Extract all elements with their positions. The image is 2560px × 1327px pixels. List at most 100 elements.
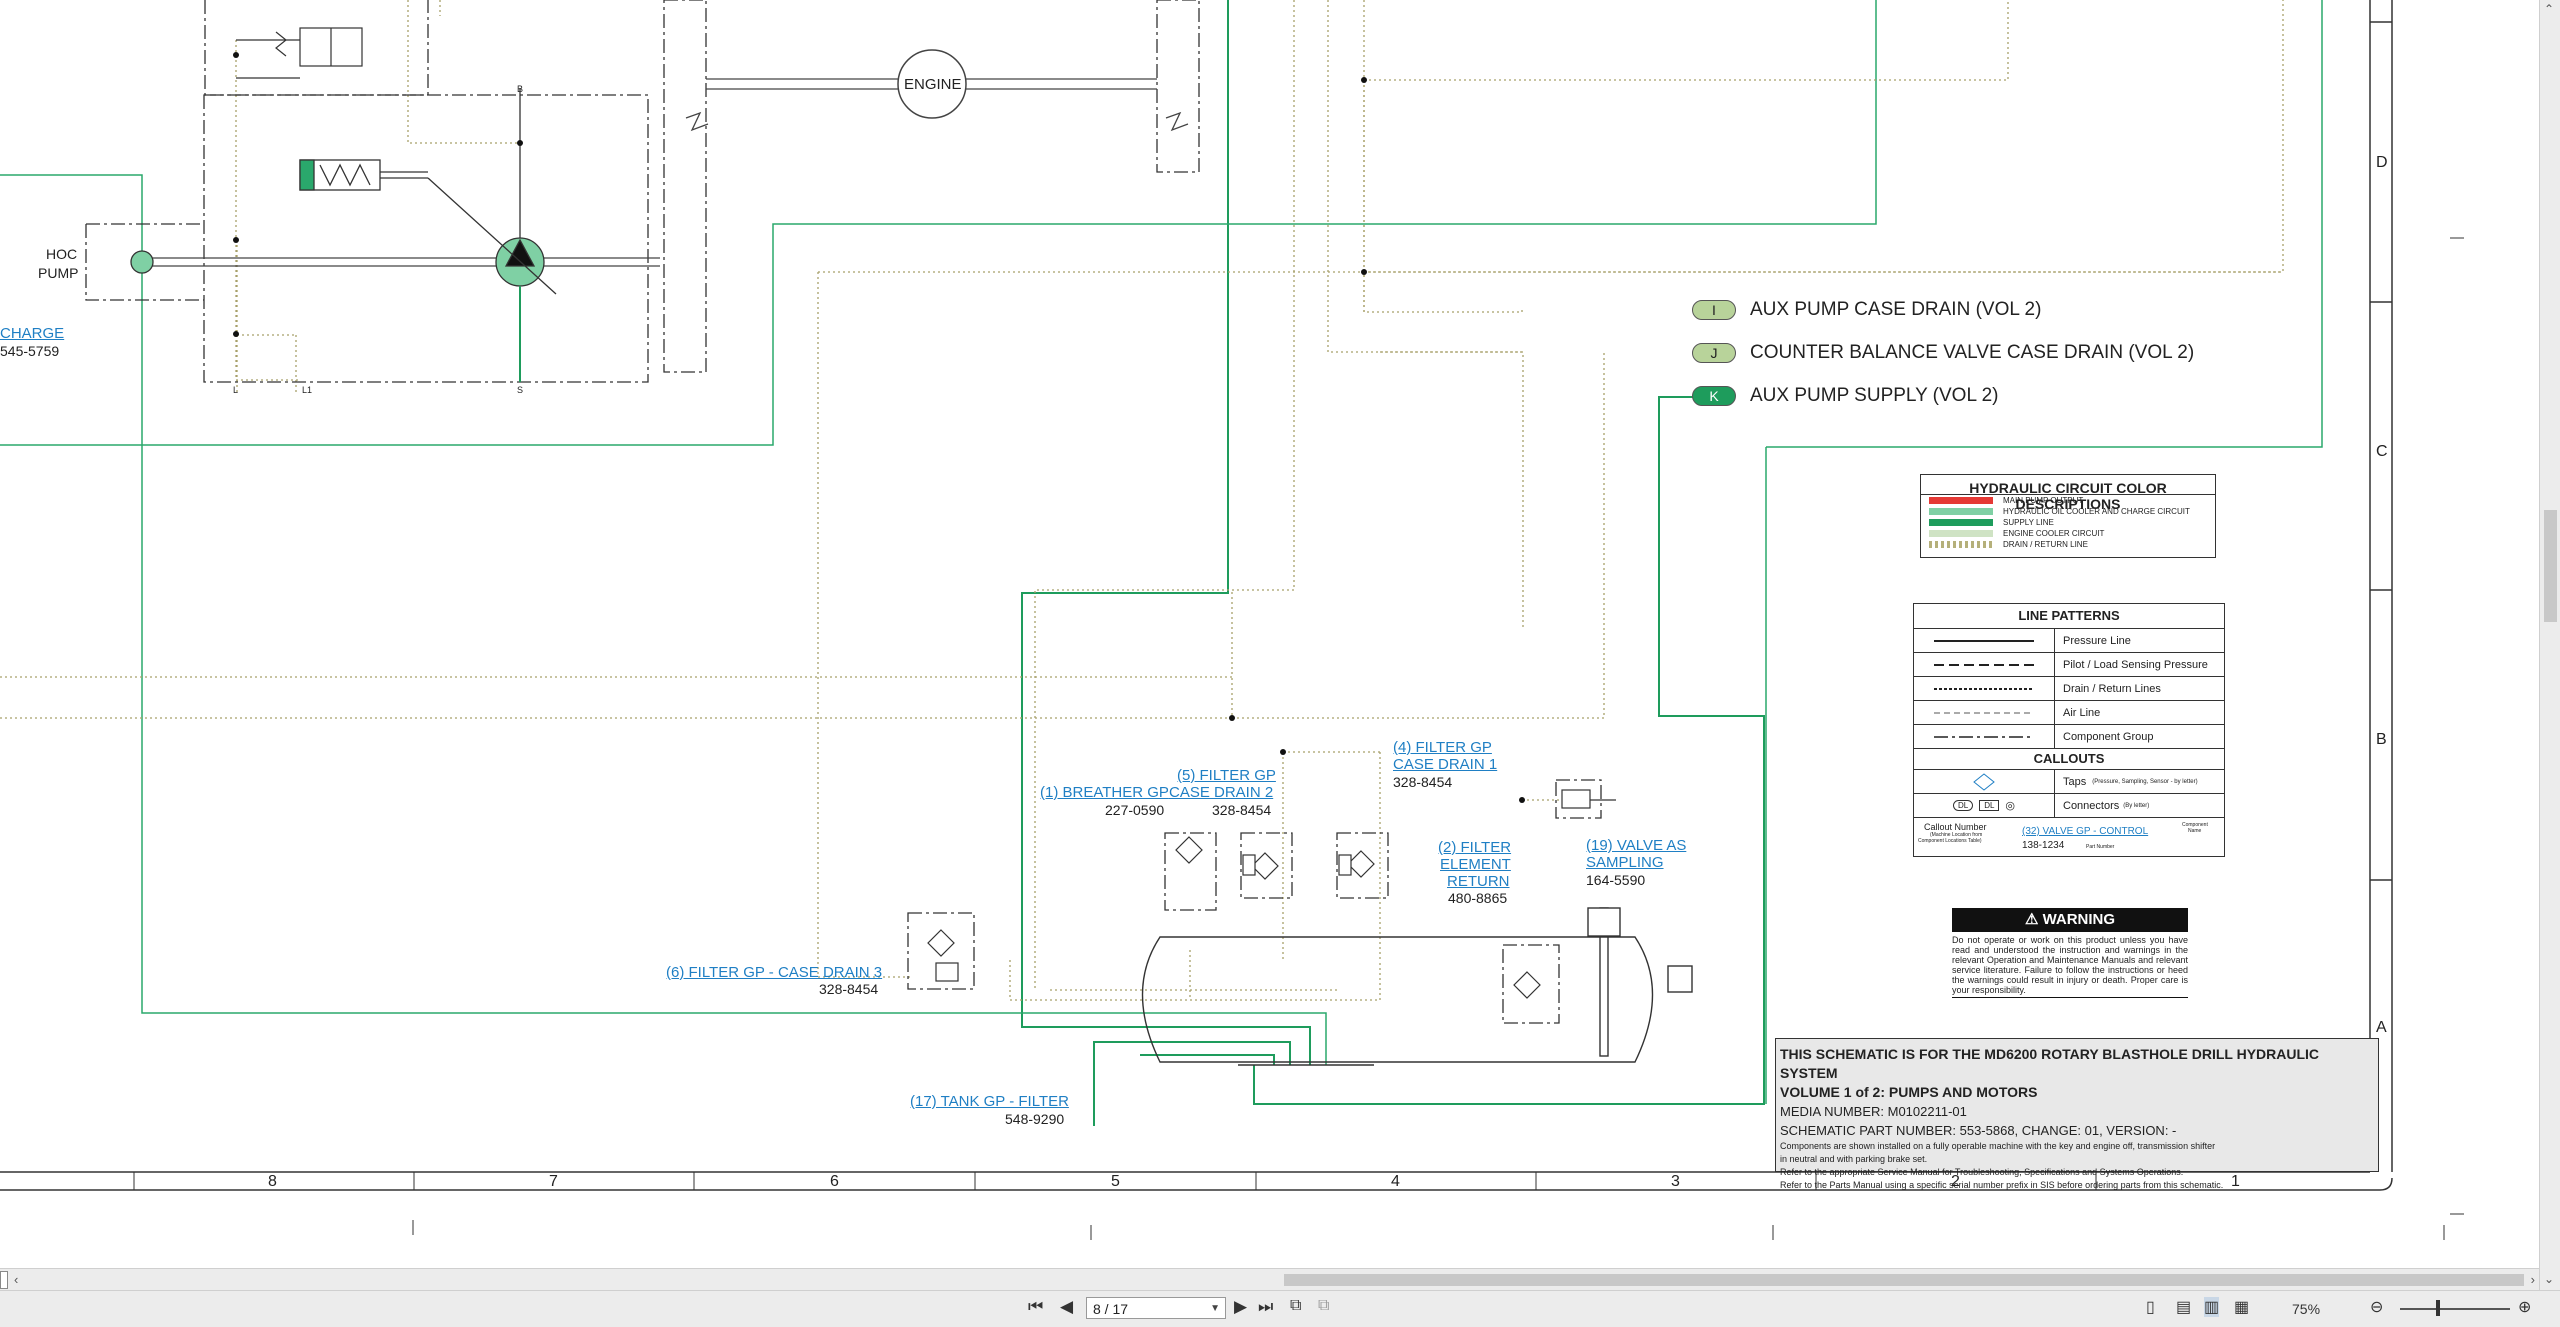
page-toolbar: ⏮ ◀ 8 / 17 ▼ ▶ ⏭ ⧉ ⧉ ▯ ▤ ▥ ▦ 75% ⊖ ⊕ (0, 1290, 2560, 1327)
port-b-label: B (517, 84, 524, 94)
vertical-scroll-thumb[interactable] (2544, 510, 2557, 622)
zone-letter-d: D (2376, 154, 2388, 171)
charge-callout-part: 545-5759 (0, 343, 60, 359)
zoom-out-icon[interactable]: ⊖ (2370, 1297, 2383, 1317)
valve19-callout-link[interactable]: (19) VALVE AS (1586, 838, 1686, 853)
valve-spool (236, 27, 363, 79)
connector-dl-square-icon: DL (1979, 800, 2000, 811)
line-pattern-label: Air Line (2063, 706, 2101, 719)
valve19-callout-part: 164-5590 (1586, 872, 1646, 888)
title-note-2: in neutral and with parking brake set. (1780, 1154, 1928, 1164)
line-pattern-row: Pressure Line (1914, 629, 2224, 653)
connector-k: K AUX PUMP SUPPLY (VOL 2) (1692, 383, 1999, 409)
zone-number-5: 5 (1111, 1173, 1120, 1190)
title-note-1: Components are shown installed on a full… (1780, 1141, 2216, 1151)
connector-i: I AUX PUMP CASE DRAIN (VOL 2) (1692, 297, 2041, 323)
zone-letter-a: A (2376, 1019, 2387, 1036)
pressure-line-symbol (1914, 629, 2055, 652)
connector-k-badge: K (1692, 386, 1736, 406)
scroll-down-icon[interactable]: ⌄ (2544, 1272, 2554, 1286)
warning-triangle-icon: ⚠ (2024, 911, 2043, 928)
scroll-right-icon[interactable]: › (2531, 1272, 2535, 1287)
first-page-icon[interactable]: ⏮ (1028, 1297, 1043, 1317)
port-s-label: S (517, 385, 524, 395)
zone-number-4: 4 (1391, 1173, 1400, 1190)
connector-j-badge: J (1692, 343, 1736, 363)
title-line-2: VOLUME 1 of 2: PUMPS AND MOTORS (1780, 1084, 2038, 1100)
zone-letter-b: B (2376, 731, 2387, 748)
continuous-view-icon[interactable]: ▤ (2176, 1297, 2191, 1317)
connector-j-label: COUNTER BALANCE VALVE CASE DRAIN (VOL 2) (1750, 342, 2195, 363)
connector-dl-icon: DL (1952, 800, 1974, 811)
warning-title: WARNING (2042, 911, 2116, 928)
valve19-callout-link-2[interactable]: SAMPLING (1586, 855, 1664, 870)
line-patterns-title: LINE PATTERNS (1914, 604, 2224, 629)
zone-number-6: 6 (830, 1173, 839, 1190)
taps-label: Taps (2063, 775, 2087, 788)
example-callout-number: Callout Number (1924, 822, 1987, 832)
swatch-supply (1929, 519, 1993, 526)
zoom-level: 75% (2292, 1301, 2321, 1317)
line-pattern-row: Drain / Return Lines (1914, 677, 2224, 701)
horizontal-scrollbar[interactable]: ‹ › (0, 1268, 2539, 1291)
filter2-callout-link-2[interactable]: ELEMENT (1440, 857, 1511, 872)
scroll-left-icon[interactable]: ‹ (14, 1272, 18, 1287)
connector-j: J COUNTER BALANCE VALVE CASE DRAIN (VOL … (1692, 340, 2194, 366)
charge-callout-link[interactable]: CHARGE (0, 326, 64, 341)
breather-callout-link[interactable]: (1) BREATHER GP (1040, 785, 1169, 800)
filter4-callout-link-2[interactable]: CASE DRAIN 1 (1393, 757, 1497, 772)
zoom-slider-track[interactable] (2400, 1308, 2510, 1310)
swatch-cooler (1929, 508, 1993, 515)
filter4-callout-part: 328-8454 (1393, 774, 1453, 790)
two-page-continuous-icon[interactable]: ▦ (2234, 1297, 2249, 1317)
filter5-callout-link[interactable]: (5) FILTER GP (1177, 768, 1276, 783)
example-part-label: Part Number (2086, 844, 2115, 850)
filter4-callout-link[interactable]: (4) FILTER GP (1393, 740, 1492, 755)
color-legend-label: MAIN PUMP OUTPUT (2003, 496, 2084, 505)
title-note-4: Refer to the Parts Manual using a specif… (1780, 1180, 2224, 1190)
swatch-engine-cooler (1929, 530, 1993, 537)
engine-shaft (142, 78, 1189, 267)
zoom-slider-knob[interactable] (2436, 1300, 2440, 1316)
vertical-scrollbar[interactable]: ⌃ ⌄ (2539, 0, 2560, 1290)
color-legend-row: SUPPLY LINE (1921, 517, 2215, 528)
swatch-drain (1929, 541, 1993, 548)
tank17-callout-part: 548-9290 (1005, 1111, 1065, 1127)
color-legend: HYDRAULIC CIRCUIT COLOR DESCRIPTIONS MAI… (1920, 474, 2216, 558)
tank17-callout-link[interactable]: (17) TANK GP - FILTER (910, 1094, 1069, 1109)
rotate-view-icon[interactable]: ⧉ (1318, 1297, 1329, 1315)
page-number-value: 8 / 17 (1093, 1301, 1129, 1317)
taps-note: (Pressure, Sampling, Sensor - by letter) (2092, 778, 2198, 785)
previous-page-icon[interactable]: ◀ (1060, 1297, 1073, 1317)
connectors-note: (By letter) (2123, 802, 2150, 809)
scroll-up-icon[interactable]: ⌃ (2544, 2, 2554, 16)
page-dropdown-icon[interactable]: ▼ (1210, 1298, 1220, 1320)
tap-diamond-icon (1914, 770, 2055, 793)
media-number: MEDIA NUMBER: M0102211-01 (1780, 1104, 1967, 1119)
line-pattern-label: Pressure Line (2063, 634, 2131, 647)
fit-page-icon[interactable]: ⧉ (1290, 1297, 1301, 1315)
filter2-callout-link[interactable]: (2) FILTER (1438, 840, 1511, 855)
zone-number-7: 7 (549, 1173, 558, 1190)
two-page-view-icon[interactable]: ▥ (2204, 1297, 2220, 1317)
example-part-number: 138-1234 (2022, 840, 2065, 851)
engine-label: ENGINE (904, 76, 962, 93)
color-legend-row: ENGINE COOLER CIRCUIT (1921, 528, 2215, 539)
example-callout-link[interactable]: (32) VALVE GP - CONTROL (2022, 826, 2148, 837)
port-l-label: L (233, 385, 239, 395)
horizontal-scroll-thumb[interactable] (1284, 1274, 2524, 1286)
zoom-in-icon[interactable]: ⊕ (2518, 1297, 2531, 1317)
filter5-callout-link-2[interactable]: CASE DRAIN 2 (1169, 785, 1273, 800)
component-group-symbol (1914, 725, 2055, 748)
connectors-label: Connectors (2063, 799, 2120, 812)
page-number-field[interactable]: 8 / 17 ▼ (1086, 1297, 1226, 1319)
filter6-callout-link[interactable]: (6) FILTER GP - CASE DRAIN 3 (666, 965, 882, 980)
single-page-view-icon[interactable]: ▯ (2146, 1297, 2155, 1317)
color-legend-row: DRAIN / RETURN LINE (1921, 539, 2215, 550)
next-page-icon[interactable]: ▶ (1234, 1297, 1247, 1317)
port-l1-label: L1 (302, 385, 313, 395)
last-page-icon[interactable]: ⏭ (1258, 1297, 1273, 1317)
line-pattern-label: Drain / Return Lines (2063, 682, 2161, 695)
air-line-symbol (1914, 701, 2055, 724)
filter2-callout-link-3[interactable]: RETURN (1447, 874, 1510, 889)
